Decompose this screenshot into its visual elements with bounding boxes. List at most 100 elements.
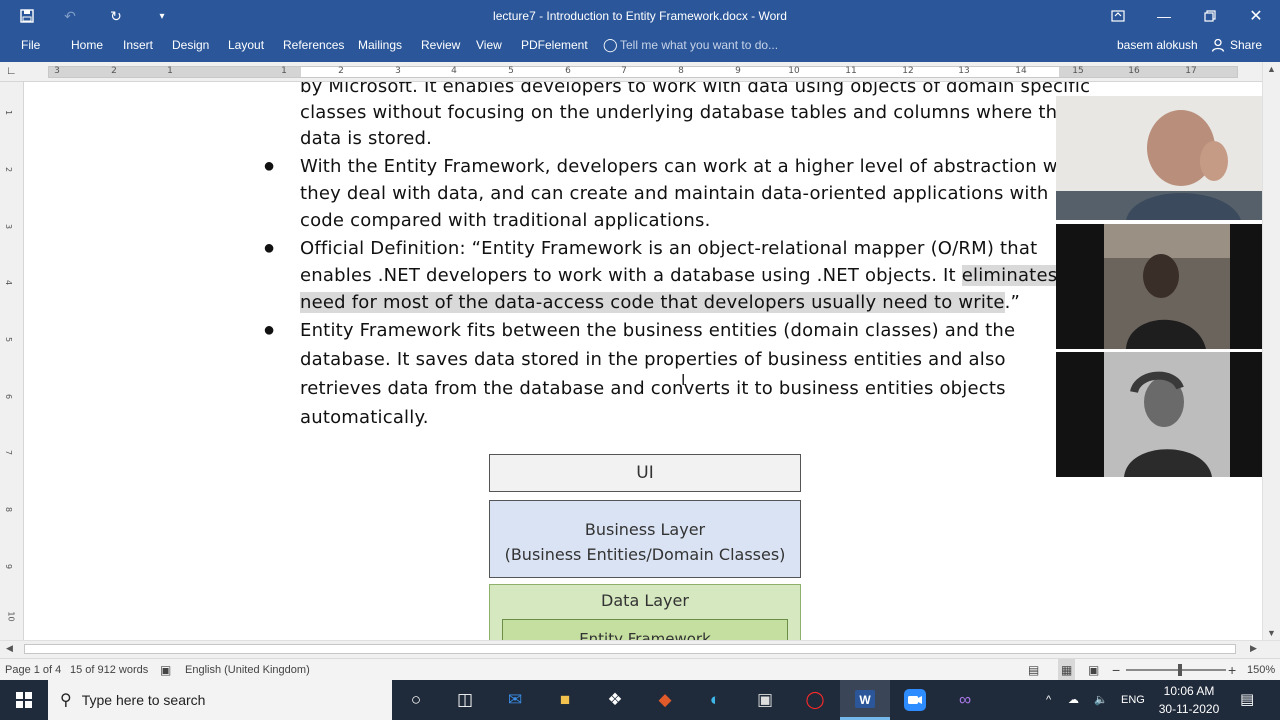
volume-icon[interactable]: 🔈 [1094,680,1108,720]
tab-mailings[interactable]: Mailings [358,32,402,58]
taskbar-clock[interactable]: 10:06 AM 30-11-2020 [1150,682,1228,718]
horizontal-ruler[interactable]: 3 2 1 1 2 3 4 5 6 7 8 9 10 11 12 13 14 1… [48,66,1238,78]
business-layer-subtitle: (Business Entities/Domain Classes) [504,545,786,564]
ruler-number: 2 [111,66,117,76]
tab-file[interactable]: File [21,32,40,58]
tell-me-search[interactable]: Tell me what you want to do... [620,32,778,58]
scroll-thumb[interactable] [24,644,1236,654]
paragraph-line: automatically. [300,407,429,428]
taskbar-search-box[interactable]: ⚲ Type here to search [48,680,392,720]
diagram-business-layer-box[interactable]: Business Layer (Business Entities/Domain… [489,500,801,578]
word-app-icon[interactable]: W [840,680,890,720]
opera-icon[interactable]: ◯ [790,680,840,720]
ruler-number: 16 [1128,66,1140,76]
share-label: Share [1230,38,1263,52]
save-icon[interactable] [10,0,44,32]
cortana-icon[interactable]: ○ [391,680,441,720]
video-tile-participant-2[interactable] [1056,352,1280,477]
read-mode-icon[interactable]: ▤ [1028,659,1039,681]
paragraph-line: they deal with data, and can create and … [300,183,1091,204]
undo-icon[interactable]: ↶ [56,0,84,32]
word-count[interactable]: 15 of 912 words [70,659,148,681]
close-icon[interactable]: ✕ [1238,0,1274,32]
user-name[interactable]: basem alokush [1117,32,1198,58]
windows-start-icon[interactable] [0,680,48,720]
language-status[interactable]: English (United Kingdom) [185,659,310,681]
zoom-slider[interactable] [1126,664,1226,676]
page-count[interactable]: Page 1 of 4 [5,659,61,681]
ruler-number: 7 [4,449,14,456]
zoom-level[interactable]: 150% [1247,659,1275,681]
text-cursor-icon: I [681,372,686,389]
proofing-icon[interactable]: ▣ [160,659,171,681]
diagram-data-layer-box[interactable]: Data Layer Entity Framework [489,584,801,640]
tab-selector-icon[interactable]: ∟ [6,65,17,77]
ruler-number: 4 [4,279,14,286]
input-language[interactable]: ENG [1121,680,1145,720]
zoom-slider-thumb[interactable] [1178,664,1182,676]
video-tile-participant-1[interactable] [1056,224,1280,349]
ruler-number: 10 [788,66,800,76]
dropbox-icon[interactable]: ❖ [590,680,640,720]
vertical-ruler[interactable]: 1 2 3 4 5 6 7 8 9 10 [0,82,24,640]
file-explorer-icon[interactable]: ■ [540,680,590,720]
diagram-entity-framework-box[interactable]: Entity Framework [502,619,788,640]
print-layout-icon[interactable]: ▦ [1058,659,1076,681]
horizontal-scrollbar[interactable]: ◀ ▶ [0,640,1280,658]
svg-text:W: W [859,693,871,707]
tab-pdfelement[interactable]: PDFelement [521,32,588,58]
ruler-number: 14 [1015,66,1027,76]
task-view-icon[interactable]: ◫ [440,680,490,720]
customize-toolbar-icon[interactable]: ▾ [150,0,174,32]
ruler-number: 6 [565,66,571,76]
ruler-number: 2 [4,166,14,173]
vertical-scrollbar[interactable]: ▲ ▼ [1262,62,1280,640]
edge-browser-icon[interactable]: ◐ [690,680,740,720]
search-icon: ⚲ [60,692,72,709]
redo-icon[interactable]: ↻ [102,0,130,32]
text-run: enables .NET developers to work with a d… [300,265,962,286]
share-button[interactable]: Share [1211,32,1262,58]
data-layer-title: Data Layer [601,591,689,610]
scroll-up-icon[interactable]: ▲ [1267,64,1276,74]
paragraph-line: Official Definition: “Entity Framework i… [300,238,1038,259]
ruler-number: 17 [1185,66,1197,76]
ruler-number: 3 [4,223,14,230]
tab-view[interactable]: View [476,32,502,58]
tab-references[interactable]: References [283,32,344,58]
video-tile-presenter[interactable] [1056,96,1280,220]
onedrive-icon[interactable]: ☁ [1068,680,1079,720]
minimize-icon[interactable]: — [1146,0,1182,32]
ruler-number: 9 [735,66,741,76]
ruler-number: 7 [621,66,627,76]
status-bar: Page 1 of 4 15 of 912 words ▣ English (U… [0,658,1280,681]
participant-2-video-image [1056,352,1280,477]
tab-design[interactable]: Design [172,32,209,58]
visual-studio-icon[interactable]: ∞ [940,680,990,720]
restore-icon[interactable] [1192,0,1228,32]
tab-review[interactable]: Review [421,32,460,58]
zoom-app-icon[interactable] [890,680,940,720]
scroll-down-icon[interactable]: ▼ [1267,628,1276,638]
ribbon-display-options-icon[interactable] [1100,0,1136,32]
tab-insert[interactable]: Insert [123,32,153,58]
paragraph-line: With the Entity Framework, developers ca… [300,156,1093,177]
scroll-left-icon[interactable]: ◀ [6,643,13,654]
web-layout-icon[interactable]: ▣ [1088,659,1099,681]
word-window: ↶ ↻ ▾ lecture7 - Introduction to Entity … [0,0,1280,720]
scroll-right-icon[interactable]: ▶ [1250,643,1257,654]
tab-layout[interactable]: Layout [228,32,264,58]
diagram-ui-box[interactable]: UI [489,454,801,492]
person-icon [1211,38,1225,52]
ruler-number: 12 [902,66,914,76]
zoom-in-icon[interactable]: + [1228,659,1236,681]
zoom-out-icon[interactable]: − [1112,659,1120,681]
tray-overflow-icon[interactable]: ^ [1046,680,1051,720]
game-app-icon[interactable]: ◆ [640,680,690,720]
store-icon[interactable]: ▣ [740,680,790,720]
mail-icon[interactable]: ✉ [490,680,540,720]
tab-home[interactable]: Home [71,32,103,58]
ruler-number: 6 [4,393,14,400]
notifications-icon[interactable]: ▤ [1240,680,1254,720]
title-bar: ↶ ↻ ▾ lecture7 - Introduction to Entity … [0,0,1280,32]
